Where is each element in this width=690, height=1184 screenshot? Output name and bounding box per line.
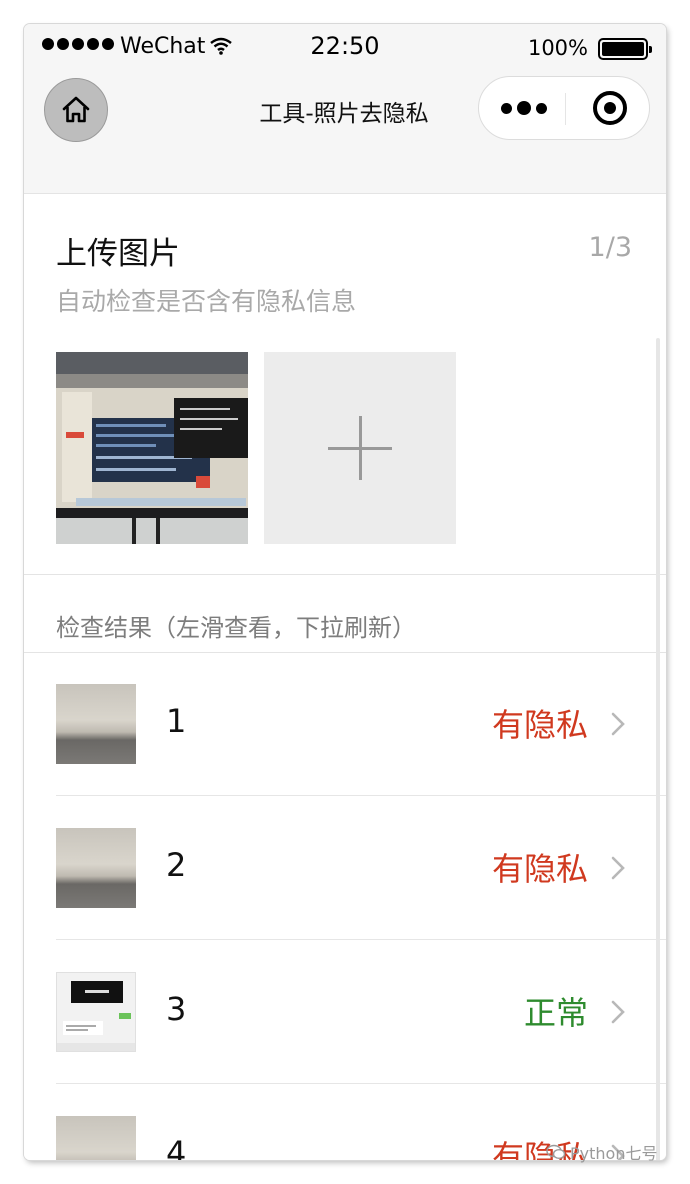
results-header: 检查结果（左滑查看，下拉刷新） [56, 614, 416, 642]
upload-count: 1/3 [588, 232, 632, 263]
watermark: Python七号 [546, 1140, 657, 1164]
wechat-icon [546, 1144, 566, 1160]
result-thumbnail [56, 1116, 136, 1160]
chevron-right-icon [611, 856, 625, 880]
result-thumbnail [56, 972, 136, 1052]
miniprogram-close-icon[interactable] [593, 91, 627, 125]
battery-icon [598, 38, 652, 60]
result-status: 有隐私 [491, 706, 588, 744]
nav-bar: 工具-照片去隐私 [24, 72, 666, 178]
result-status: 正常 [523, 994, 588, 1032]
result-status: 有隐私 [491, 850, 588, 888]
result-index: 4 [166, 1134, 187, 1160]
result-row[interactable]: 1 有隐私 [24, 652, 666, 796]
page-title: 工具-照片去隐私 [259, 101, 429, 127]
uploaded-photo-image [56, 352, 248, 544]
main-content: 上传图片 1/3 自动检查是否含有隐私信息 检查结果（左滑查看，下拉刷新） 1 … [24, 178, 666, 1160]
result-thumbnail [56, 684, 136, 764]
result-index: 2 [166, 846, 187, 884]
status-bar: WeChat 22:50 100% [24, 24, 666, 72]
chevron-right-icon [611, 712, 625, 736]
phone-frame: WeChat 22:50 100% 工具-照片去隐私 上传图片 1/3 自动检查… [24, 24, 666, 1160]
upload-title: 上传图片 [56, 236, 180, 272]
uploaded-photo[interactable] [56, 352, 248, 544]
miniprogram-capsule [478, 76, 650, 140]
upload-description: 自动检查是否含有隐私信息 [56, 287, 357, 316]
capsule-divider [565, 93, 566, 125]
watermark-text: Python七号 [570, 1144, 658, 1163]
home-button[interactable] [44, 78, 108, 142]
scrollbar[interactable] [656, 338, 660, 1160]
home-icon [62, 96, 90, 123]
more-dots-icon[interactable] [501, 101, 547, 115]
result-row[interactable]: 3 正常 [24, 940, 666, 1084]
result-index: 1 [166, 702, 187, 740]
battery-percent: 100% [527, 36, 588, 60]
chevron-right-icon [611, 1000, 625, 1024]
result-row[interactable]: 2 有隐私 [24, 796, 666, 940]
chat-screenshot-image [57, 973, 135, 1051]
section-divider [24, 574, 666, 575]
result-index: 3 [166, 990, 187, 1028]
result-thumbnail [56, 828, 136, 908]
add-photo-button[interactable] [264, 352, 456, 544]
section-spacer [24, 178, 666, 194]
